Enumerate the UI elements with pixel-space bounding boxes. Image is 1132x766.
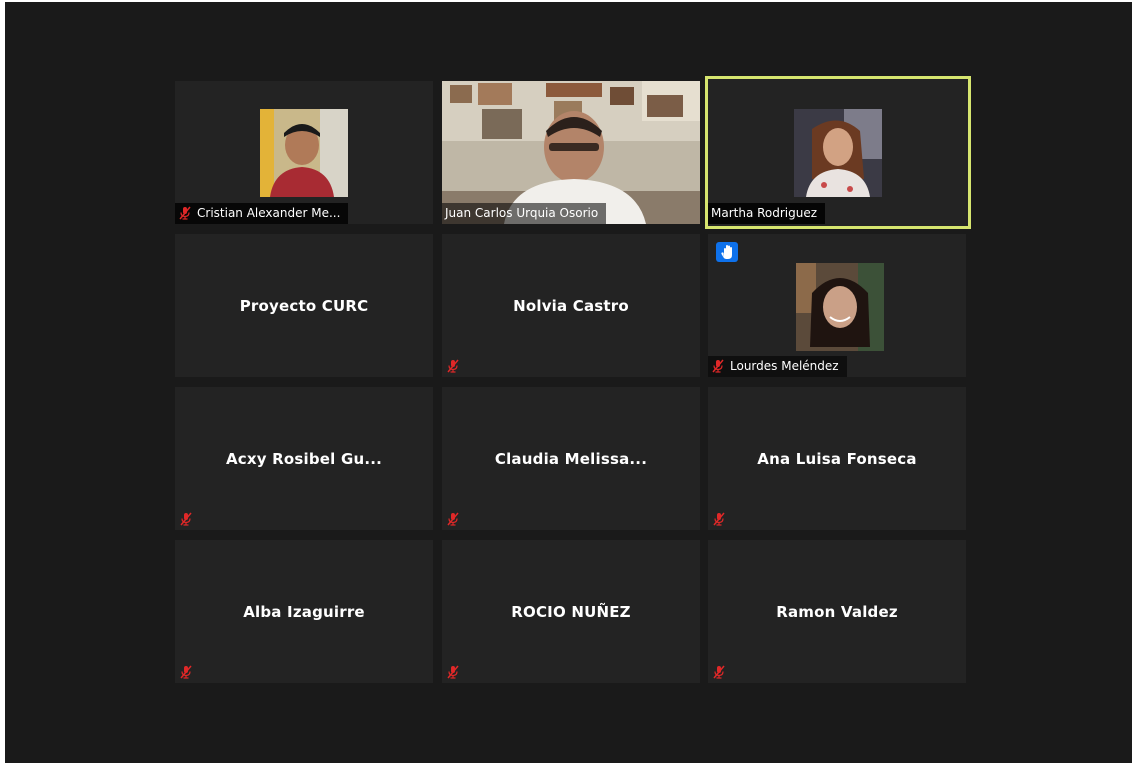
- microphone-muted-icon: [446, 359, 460, 373]
- participant-tile[interactable]: Ramon Valdez: [708, 540, 966, 683]
- participant-avatar: [796, 263, 884, 351]
- participant-tile[interactable]: Cristian Alexander Me...: [175, 81, 433, 224]
- microphone-muted-icon: [712, 665, 726, 679]
- participant-tile[interactable]: Acxy Rosibel Gu...: [175, 387, 433, 530]
- microphone-muted-icon: [711, 359, 725, 373]
- gallery-view: Cristian Alexander Me... Juan Carlos Urq…: [5, 2, 1132, 763]
- participant-tile[interactable]: Ana Luisa Fonseca: [708, 387, 966, 530]
- participant-name: Alba Izaguirre: [243, 602, 365, 621]
- participant-name: Proyecto CURC: [239, 296, 369, 315]
- participant-tile[interactable]: Lourdes Meléndez: [708, 234, 966, 377]
- participant-avatar: [794, 109, 882, 197]
- participant-tile[interactable]: Juan Carlos Urquia Osorio: [442, 81, 700, 224]
- participant-tile[interactable]: Claudia Melissa...: [442, 387, 700, 530]
- microphone-muted-icon: [179, 665, 193, 679]
- microphone-muted-icon: [446, 512, 460, 526]
- participant-name: Claudia Melissa...: [494, 449, 648, 468]
- participant-tile[interactable]: Proyecto CURC: [175, 234, 433, 377]
- participant-name-label: Juan Carlos Urquia Osorio: [442, 203, 607, 224]
- microphone-muted-icon: [178, 206, 192, 220]
- participant-name: Ramon Valdez: [776, 602, 898, 621]
- participant-name: Martha Rodriguez: [711, 206, 818, 220]
- participant-name: ROCIO NUÑEZ: [511, 602, 631, 621]
- participant-tile[interactable]: Alba Izaguirre: [175, 540, 433, 683]
- participant-tile-active-speaker[interactable]: Martha Rodriguez: [705, 76, 971, 229]
- raise-hand-icon: [716, 242, 738, 262]
- participant-tile[interactable]: Nolvia Castro: [442, 234, 700, 377]
- microphone-muted-icon: [179, 512, 193, 526]
- microphone-muted-icon: [712, 512, 726, 526]
- participant-name: Acxy Rosibel Gu...: [225, 449, 383, 468]
- participant-name-label: Lourdes Meléndez: [708, 356, 847, 377]
- participant-name-label: Cristian Alexander Me...: [175, 203, 349, 224]
- participant-tile[interactable]: ROCIO NUÑEZ: [442, 540, 700, 683]
- participant-name: Lourdes Meléndez: [730, 359, 839, 373]
- participant-avatar: [260, 109, 348, 197]
- microphone-muted-icon: [446, 665, 460, 679]
- participant-name: Cristian Alexander Me...: [197, 206, 341, 220]
- participant-name-label: Martha Rodriguez: [708, 203, 826, 224]
- participant-name: Nolvia Castro: [513, 296, 629, 315]
- participant-name: Ana Luisa Fonseca: [757, 449, 917, 468]
- participant-name: Juan Carlos Urquia Osorio: [445, 206, 599, 220]
